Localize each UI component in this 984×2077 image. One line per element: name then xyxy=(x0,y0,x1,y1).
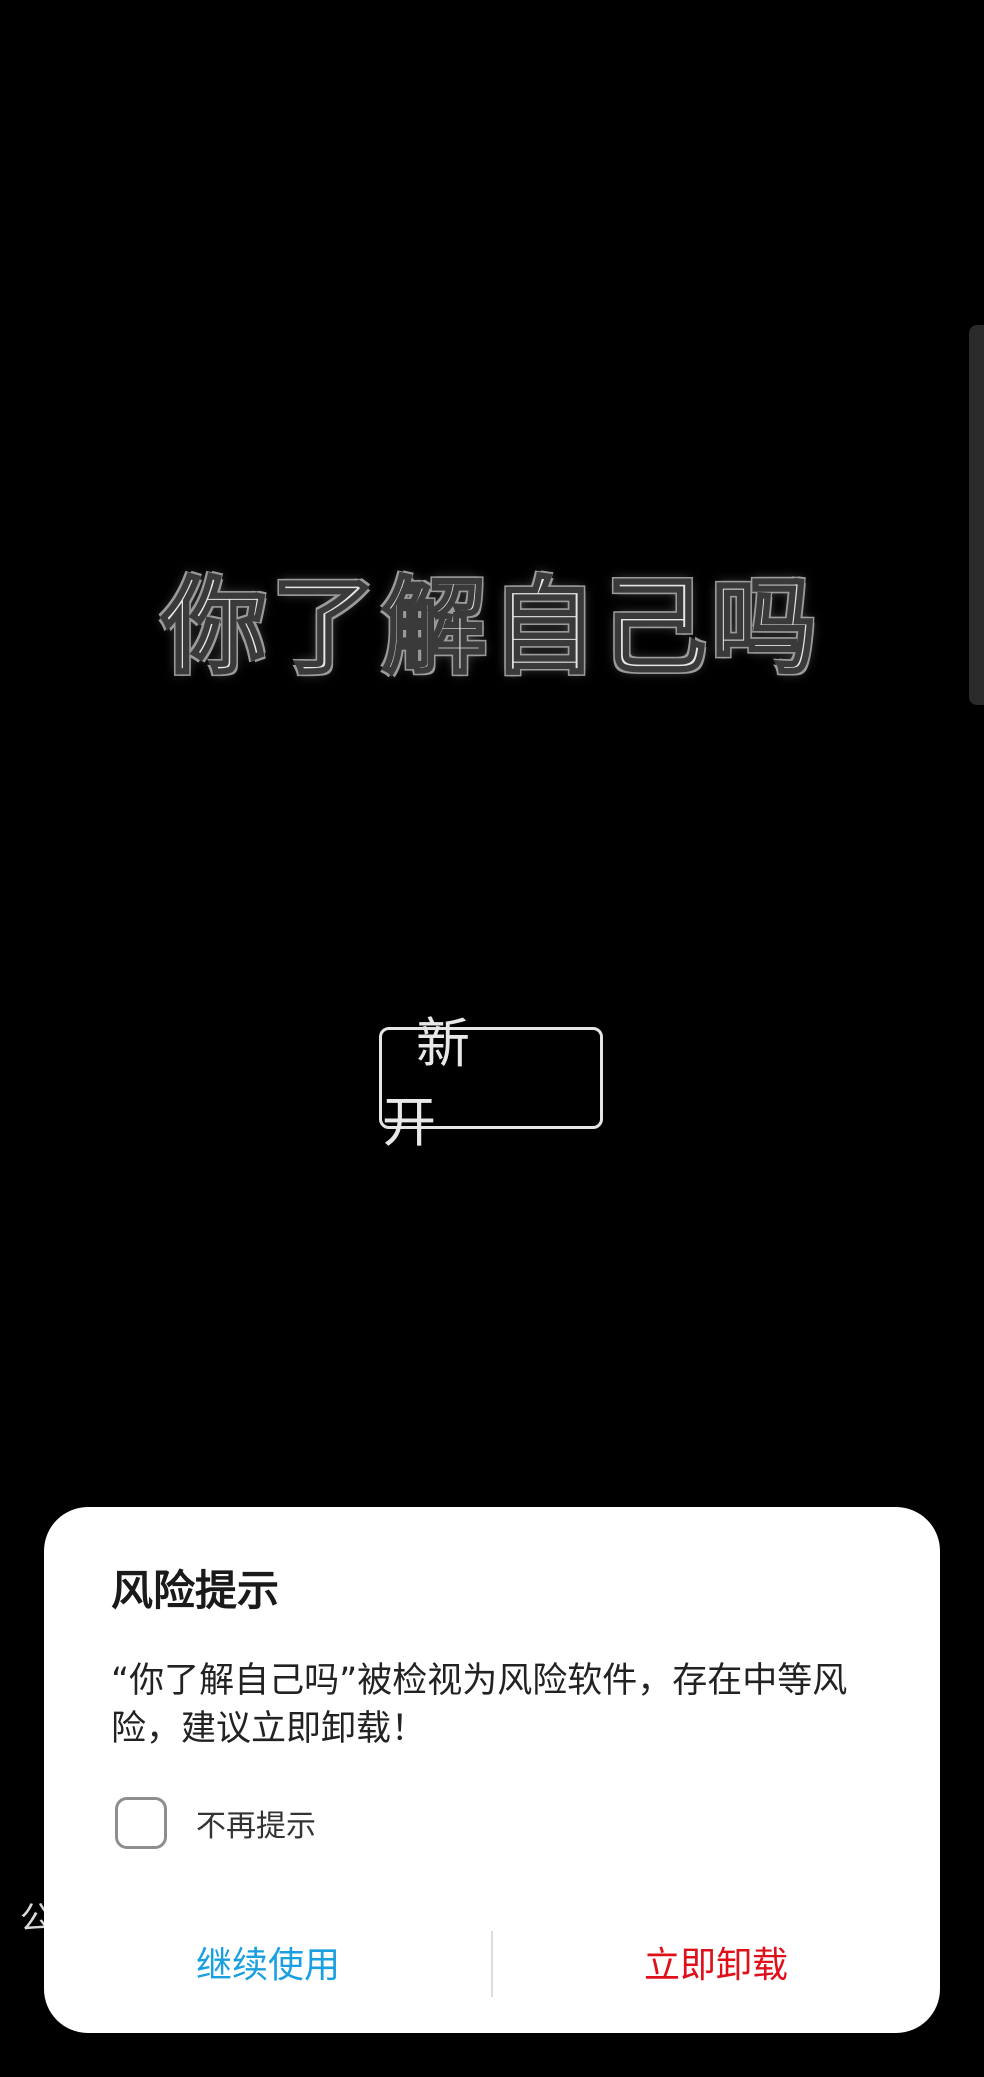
app-screen: 你了解自己吗 新 开 公 风险提示 “你了解自己吗”被检视为风险软件，存在中等风… xyxy=(0,0,984,2077)
dialog-message: “你了解自己吗”被检视为风险软件，存在中等风险，建议立即卸载！ xyxy=(111,1661,848,1749)
game-title: 你了解自己吗 xyxy=(160,565,822,690)
start-button[interactable]: 新 开 xyxy=(379,1012,603,1154)
risk-warning-dialog: 风险提示 “你了解自己吗”被检视为风险软件，存在中等风险，建议立即卸载！ 不再提… xyxy=(44,1507,940,2033)
dialog-button-bar: 继续使用 立即卸载 xyxy=(44,1917,940,2007)
dialog-title: 风险提示 xyxy=(111,1566,280,1615)
dont-remind-checkbox[interactable] xyxy=(115,1797,167,1849)
continue-using-button[interactable]: 继续使用 xyxy=(44,1917,492,2007)
dont-remind-label: 不再提示 xyxy=(196,1809,316,1844)
uninstall-now-button[interactable]: 立即卸载 xyxy=(492,1917,940,2007)
dont-remind-row[interactable]: 不再提示 xyxy=(115,1797,316,1849)
